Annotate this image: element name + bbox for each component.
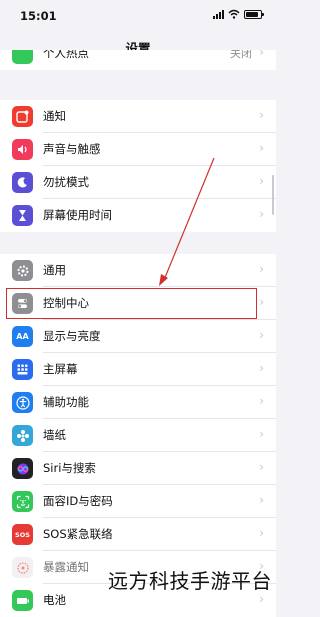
annotation-arrow	[159, 157, 215, 286]
watermark: 远方科技手游平台	[108, 569, 272, 593]
